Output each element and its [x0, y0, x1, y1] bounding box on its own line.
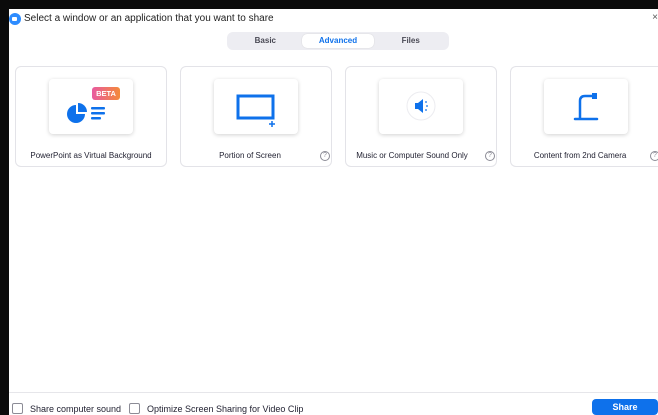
- title-bar: Select a window or an application that y…: [9, 9, 658, 31]
- card-thumbnail: [544, 79, 628, 134]
- beta-badge: BETA: [92, 87, 120, 100]
- share-sound-label: Share computer sound: [30, 403, 122, 414]
- help-icon[interactable]: ?: [485, 151, 495, 161]
- window-frame-top: [0, 0, 658, 9]
- zoom-app-icon: [9, 13, 21, 25]
- card-label: Content from 2nd Camera: [533, 151, 627, 160]
- card-label: PowerPoint as Virtual Background: [30, 151, 152, 160]
- card-thumbnail: BETA: [49, 79, 133, 134]
- footer-divider: [9, 392, 658, 393]
- window-frame-left: [0, 0, 9, 415]
- card-thumbnail: [214, 79, 298, 134]
- beta-badge-label: BETA: [96, 89, 116, 98]
- card-second-camera[interactable]: Content from 2nd Camera ?: [510, 66, 658, 167]
- help-icon[interactable]: ?: [320, 151, 330, 161]
- help-icon[interactable]: ?: [650, 151, 658, 161]
- share-screen-window: Select a window or an application that y…: [0, 0, 658, 415]
- share-sound-checkbox[interactable]: [12, 403, 23, 414]
- card-thumbnail: [379, 79, 463, 134]
- powerpoint-icon: [67, 103, 105, 123]
- card-label: Music or Computer Sound Only: [356, 151, 468, 160]
- close-icon[interactable]: ×: [652, 12, 658, 23]
- tab-advanced[interactable]: Advanced: [301, 34, 375, 48]
- optimize-video-checkbox[interactable]: [129, 403, 140, 414]
- screen-portion-icon: [236, 94, 275, 127]
- tab-files[interactable]: Files: [374, 34, 447, 48]
- share-tabs: Basic Advanced Files: [227, 32, 449, 50]
- card-computer-sound[interactable]: Music or Computer Sound Only ?: [345, 66, 497, 167]
- tab-basic[interactable]: Basic: [229, 34, 302, 48]
- share-sound-option[interactable]: Share computer sound: [12, 403, 121, 414]
- card-portion-of-screen[interactable]: Portion of Screen ?: [180, 66, 332, 167]
- optimize-video-option[interactable]: Optimize Screen Sharing for Video Clip: [129, 403, 303, 414]
- speaker-icon: [406, 91, 436, 121]
- card-powerpoint-background[interactable]: BETA PowerPoint as Virtual Background: [15, 66, 167, 167]
- window-title: Select a window or an application that y…: [24, 13, 274, 24]
- document-camera-icon: [573, 93, 599, 121]
- card-label: Portion of Screen: [219, 151, 281, 160]
- optimize-video-label: Optimize Screen Sharing for Video Clip: [147, 403, 304, 414]
- share-button[interactable]: Share: [592, 399, 658, 415]
